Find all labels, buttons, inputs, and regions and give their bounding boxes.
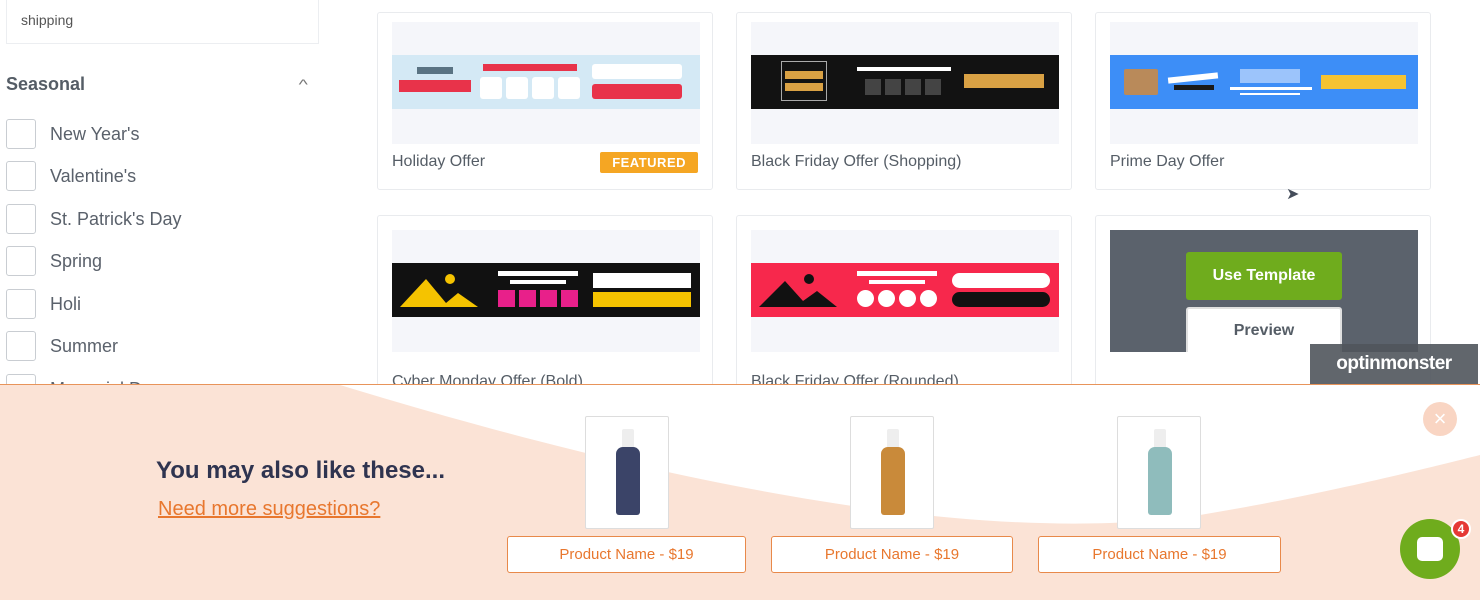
product-suggestions-popup: You may also like these... Need more sug…	[0, 384, 1480, 600]
checkbox[interactable]	[6, 119, 36, 149]
chat-notification-badge: 4	[1451, 519, 1471, 539]
checkbox-label: New Year's	[50, 123, 140, 144]
checkbox[interactable]	[6, 204, 36, 234]
checkbox-st-patricks[interactable]: St. Patrick's Day	[6, 204, 181, 234]
template-card-holiday-offer[interactable]: Holiday Offer FEATURED	[377, 12, 713, 190]
template-name: Holiday Offer	[392, 153, 486, 170]
checkbox[interactable]	[6, 161, 36, 191]
checkbox-label: Summer	[50, 335, 119, 356]
product-button[interactable]: Product Name - $19	[771, 536, 1013, 573]
template-thumbnail	[751, 22, 1059, 144]
template-thumbnail	[392, 22, 700, 144]
section-title-seasonal: Seasonal	[6, 74, 86, 94]
template-card-black-friday-shopping[interactable]: Black Friday Offer (Shopping)	[736, 12, 1072, 190]
template-name: Prime Day Offer	[1110, 153, 1225, 170]
checkbox-new-years[interactable]: New Year's	[6, 119, 140, 149]
template-thumbnail	[392, 230, 700, 352]
checkbox-label: Holi	[50, 293, 82, 314]
template-thumbnail	[1110, 22, 1418, 144]
product-image[interactable]	[585, 416, 669, 529]
template-card-black-friday-rounded[interactable]: Black Friday Offer (Rounded)	[736, 215, 1072, 393]
close-icon[interactable]: ×	[1423, 402, 1457, 436]
checkbox-spring[interactable]: Spring	[6, 246, 102, 276]
chevron-up-icon[interactable]: ^	[299, 76, 308, 92]
checkbox-valentines[interactable]: Valentine's	[6, 161, 136, 191]
product-image[interactable]	[1117, 416, 1201, 529]
mouse-cursor-icon: ➤	[1286, 186, 1300, 203]
search-input[interactable]: shipping	[6, 0, 319, 44]
product-button[interactable]: Product Name - $19	[507, 536, 746, 573]
product-image[interactable]	[850, 416, 934, 529]
more-suggestions-link[interactable]: Need more suggestions?	[158, 498, 380, 521]
template-thumbnail: Use Template Preview	[1110, 230, 1418, 352]
hover-overlay: Use Template Preview	[1110, 230, 1418, 352]
template-name: Black Friday Offer (Shopping)	[751, 153, 962, 170]
popup-title: You may also like these...	[156, 457, 446, 484]
checkbox-holi[interactable]: Holi	[6, 289, 81, 319]
chat-icon	[1417, 537, 1443, 561]
product-button[interactable]: Product Name - $19	[1038, 536, 1281, 573]
checkbox[interactable]	[6, 331, 36, 361]
checkbox-label: Valentine's	[50, 165, 137, 186]
checkbox[interactable]	[6, 246, 36, 276]
checkbox-label: Spring	[50, 250, 103, 271]
checkbox-summer[interactable]: Summer	[6, 331, 118, 361]
checkbox[interactable]	[6, 289, 36, 319]
template-card-cyber-monday-bold[interactable]: Cyber Monday Offer (Bold)	[377, 215, 713, 393]
template-card-prime-day[interactable]: Prime Day Offer	[1095, 12, 1431, 190]
use-template-button[interactable]: Use Template	[1186, 252, 1342, 300]
featured-badge: FEATURED	[600, 152, 698, 173]
checkbox-label: St. Patrick's Day	[50, 208, 182, 229]
template-thumbnail	[751, 230, 1059, 352]
optinmonster-logo: optinmonster	[1310, 344, 1478, 384]
